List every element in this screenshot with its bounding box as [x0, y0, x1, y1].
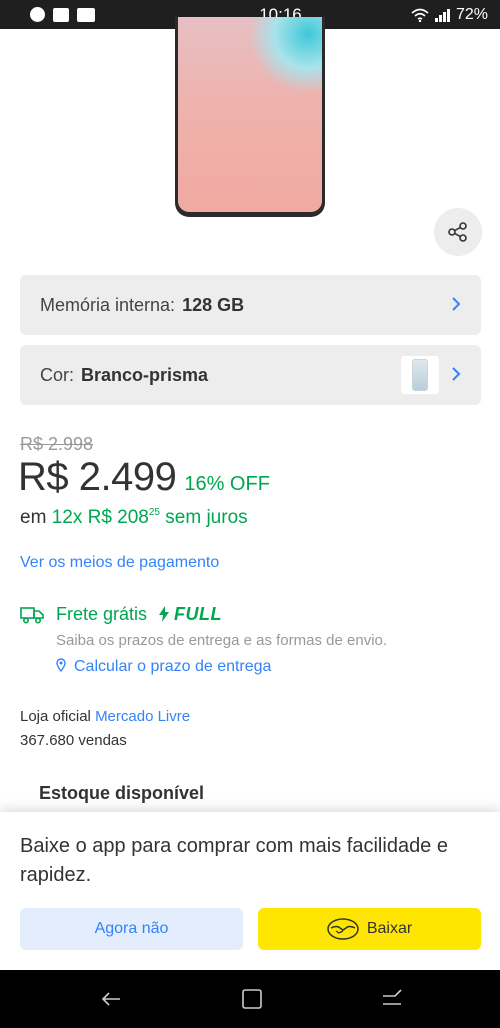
app-download-banner: Baixe o app para comprar com mais facili… [0, 812, 500, 970]
installment-cents: 25 [148, 507, 160, 518]
memory-label: Memória interna: [40, 294, 176, 315]
mercado-livre-logo-icon [327, 918, 359, 940]
payment-methods-link[interactable]: Ver os meios de pagamento [20, 554, 219, 572]
store-link[interactable]: Mercado Livre [95, 708, 190, 725]
chevron-right-icon [452, 367, 461, 381]
free-shipping-label: Frete grátis [56, 604, 148, 624]
discount-badge: 16% OFF [184, 473, 270, 495]
banner-text: Baixe o app para comprar com mais facili… [20, 835, 448, 886]
free-shipping-title: Frete grátis FULL [56, 604, 222, 625]
messenger-icon [30, 7, 45, 22]
price-line: R$ 2.499 16% OFF [18, 455, 270, 500]
installment-prefix: em [20, 507, 47, 528]
installment-main: 12x R$ 208 [51, 507, 149, 528]
back-icon[interactable] [100, 988, 122, 1010]
installment-amount: 12x R$ 20825 sem juros [52, 507, 248, 528]
wifi-icon [411, 8, 429, 22]
installment-suffix: sem juros [165, 507, 248, 528]
color-value: Branco-prisma [81, 364, 209, 385]
location-pin-icon [56, 658, 66, 672]
original-price: R$ 2.998 [20, 434, 94, 454]
mail-icon [53, 7, 69, 22]
official-store: Loja oficial Mercado Livre [20, 708, 190, 725]
current-price: R$ 2.499 [18, 455, 177, 499]
product-image[interactable] [175, 17, 325, 217]
outlook-icon [77, 7, 95, 22]
screen-wallpaper [252, 17, 322, 97]
sales-count: 367.680 vendas [20, 732, 127, 749]
phone-screen [178, 17, 322, 212]
system-icons: 72% [411, 6, 488, 24]
battery-level: 72% [455, 5, 488, 23]
color-selector[interactable]: Cor: Branco-prisma [20, 345, 481, 405]
stock-title: Estoque disponível [39, 783, 205, 803]
color-label: Cor: [40, 364, 75, 385]
home-icon[interactable] [241, 988, 263, 1010]
recent-apps-icon[interactable] [381, 988, 403, 1010]
not-now-button[interactable]: Agora não [20, 908, 243, 950]
full-badge: FULL [174, 604, 223, 624]
calculate-delivery-label: Calcular o prazo de entrega [74, 658, 272, 675]
memory-value: 128 GB [182, 294, 245, 315]
chevron-right-icon [452, 297, 461, 311]
navigation-bar [0, 970, 500, 1028]
lightning-icon [159, 606, 170, 622]
calculate-delivery-link[interactable]: Calcular o prazo de entrega [56, 658, 271, 676]
download-button[interactable]: Baixar [258, 908, 481, 950]
download-label: Baixar [366, 920, 413, 937]
shipping-description: Saiba os prazos de entrega e as formas d… [56, 632, 388, 649]
store-prefix: Loja oficial [20, 708, 91, 725]
memory-selector[interactable]: Memória interna: 128 GB [20, 275, 481, 335]
signal-icon [434, 8, 450, 22]
share-icon [448, 222, 467, 242]
installments: em 12x R$ 20825 sem juros [20, 507, 248, 529]
color-thumbnail [401, 356, 439, 394]
truck-icon [20, 607, 44, 624]
thumbnail-phone [412, 359, 428, 391]
share-button[interactable] [434, 208, 482, 256]
